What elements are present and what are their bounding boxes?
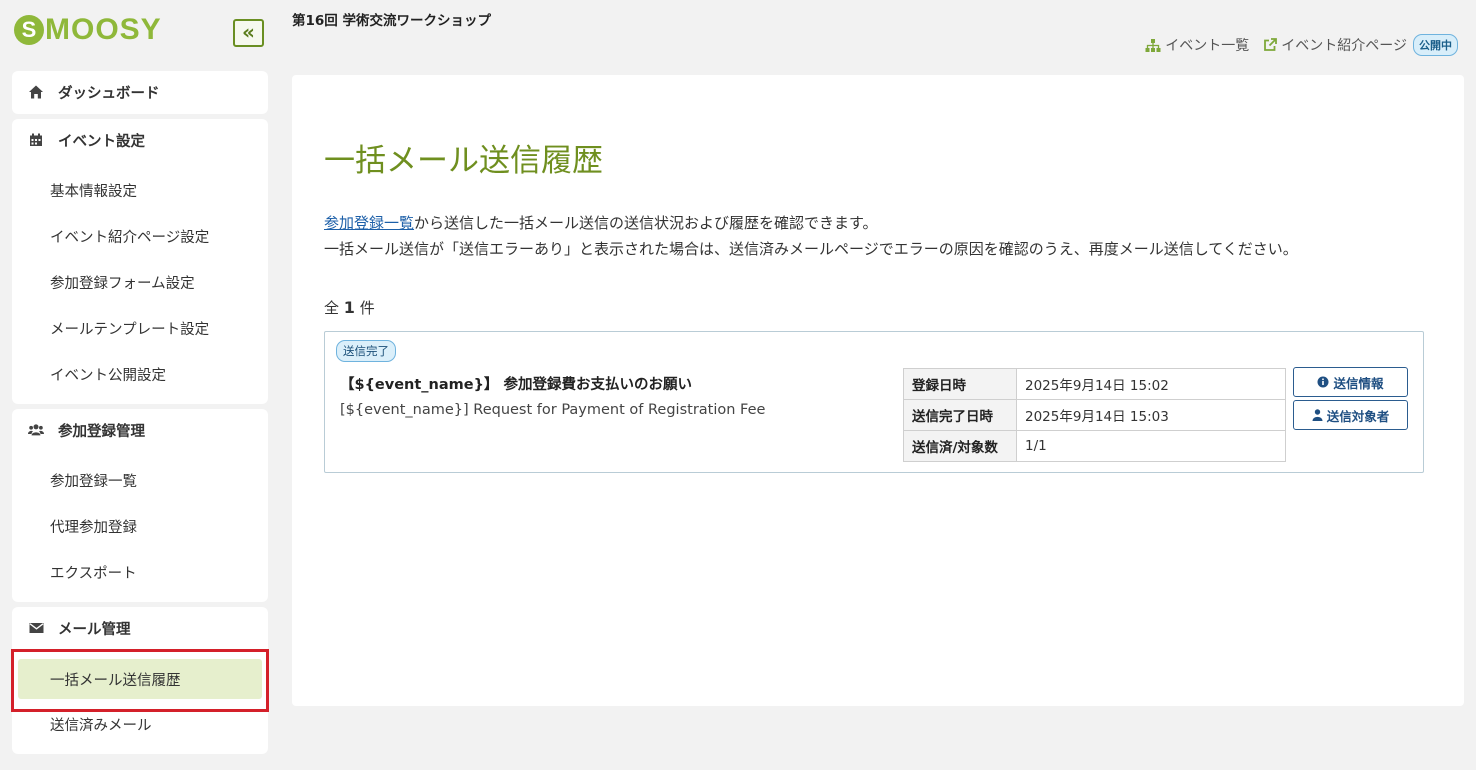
event-list-link-label: イベント一覧 bbox=[1165, 38, 1250, 54]
user-icon bbox=[1312, 409, 1323, 421]
event-list-link[interactable]: イベント一覧 bbox=[1145, 35, 1249, 55]
sidebar-group-registration-management: 参加登録管理 参加登録一覧 代理参加登録 エクスポート bbox=[12, 409, 268, 602]
sidebar-label: ダッシュボード bbox=[58, 85, 160, 102]
smoosy-logo[interactable]: S MOOSY bbox=[14, 12, 162, 48]
collapse-sidebar-button[interactable]: « bbox=[233, 19, 264, 47]
event-intro-page-link[interactable]: イベント紹介ページ bbox=[1263, 35, 1407, 55]
sidebar-item-dashboard[interactable]: ダッシュボード bbox=[12, 71, 268, 113]
info-circle-icon bbox=[1317, 376, 1329, 388]
send-info-button-label: 送信情報 bbox=[1333, 375, 1384, 391]
sidebar-item-proxy-registration[interactable]: 代理参加登録 bbox=[12, 503, 268, 549]
sidebar-group-dashboard: ダッシュボード bbox=[12, 71, 268, 114]
sidebar-item-intro-page-settings[interactable]: イベント紹介ページ設定 bbox=[12, 213, 268, 259]
status-badge: 送信完了 bbox=[336, 340, 396, 362]
page-title: 一括メール送信履歴 bbox=[324, 143, 603, 179]
table-row: 送信完了日時 2025年9月14日 15:03 bbox=[903, 399, 1286, 431]
send-targets-button-label: 送信対象者 bbox=[1326, 408, 1390, 424]
highlight-outline bbox=[11, 649, 269, 712]
mail-subject: 【${event_name}】 参加登録費お支払いのお願い bbox=[340, 377, 692, 393]
mail-history-card: 送信完了 【${event_name}】 参加登録費お支払いのお願い [${ev… bbox=[324, 331, 1424, 473]
sidebar-section-registration-management[interactable]: 参加登録管理 bbox=[12, 409, 268, 451]
description-line-2: 一括メール送信が「送信エラーあり」と表示された場合は、送信済みメールページでエラ… bbox=[324, 240, 1298, 258]
table-row: 登録日時 2025年9月14日 15:02 bbox=[903, 368, 1286, 400]
send-info-button[interactable]: 送信情報 bbox=[1293, 367, 1408, 397]
sidebar-item-registration-list[interactable]: 参加登録一覧 bbox=[12, 457, 268, 503]
info-value: 2025年9月14日 15:02 bbox=[1016, 368, 1286, 400]
page-description: 参加登録一覧から送信した一括メール送信の送信状況および履歴を確認できます。 一括… bbox=[324, 210, 1298, 262]
info-value: 1/1 bbox=[1016, 430, 1286, 462]
send-targets-button[interactable]: 送信対象者 bbox=[1293, 400, 1408, 430]
table-row: 送信済/対象数 1/1 bbox=[903, 430, 1286, 462]
envelope-icon bbox=[28, 620, 44, 636]
info-value: 2025年9月14日 15:03 bbox=[1016, 399, 1286, 431]
sidebar-label: 参加登録管理 bbox=[58, 423, 145, 440]
sidebar-item-export[interactable]: エクスポート bbox=[12, 549, 268, 595]
count-prefix: 全 bbox=[324, 299, 340, 317]
sitemap-icon bbox=[1145, 38, 1161, 52]
home-icon bbox=[28, 84, 44, 100]
event-title: 第16回 学術交流ワークショップ bbox=[292, 13, 491, 29]
logo-mark: S bbox=[14, 15, 44, 45]
external-link-icon bbox=[1263, 38, 1278, 52]
info-key: 登録日時 bbox=[903, 368, 1017, 400]
mail-info-table: 登録日時 2025年9月14日 15:02 送信完了日時 2025年9月14日 … bbox=[903, 368, 1286, 462]
count-value: 1 bbox=[343, 298, 355, 317]
sidebar-item-mail-template-settings[interactable]: メールテンプレート設定 bbox=[12, 305, 268, 351]
publish-status-badge: 公開中 bbox=[1413, 34, 1458, 56]
logo-text: MOOSY bbox=[45, 13, 162, 46]
main-panel: 一括メール送信履歴 参加登録一覧から送信した一括メール送信の送信状況および履歴を… bbox=[292, 75, 1464, 706]
mail-subject-english: [${event_name}] Request for Payment of R… bbox=[340, 402, 766, 418]
registration-list-link[interactable]: 参加登録一覧 bbox=[324, 214, 414, 232]
sidebar-item-registration-form-settings[interactable]: 参加登録フォーム設定 bbox=[12, 259, 268, 305]
info-key: 送信完了日時 bbox=[903, 399, 1017, 431]
calendar-icon bbox=[28, 132, 44, 148]
event-intro-page-link-label: イベント紹介ページ bbox=[1281, 38, 1407, 54]
sidebar-label: メール管理 bbox=[58, 621, 131, 638]
info-key: 送信済/対象数 bbox=[903, 430, 1017, 462]
count-suffix: 件 bbox=[359, 299, 375, 317]
sidebar-label: イベント設定 bbox=[58, 133, 145, 150]
result-count: 全 1 件 bbox=[324, 297, 375, 318]
header-links: イベント一覧 イベント紹介ページ 公開中 bbox=[1131, 34, 1458, 56]
users-icon bbox=[28, 422, 44, 438]
description-text: から送信した一括メール送信の送信状況および履歴を確認できます。 bbox=[414, 214, 878, 232]
sidebar-section-event-settings[interactable]: イベント設定 bbox=[12, 119, 268, 161]
sidebar-group-event-settings: イベント設定 基本情報設定 イベント紹介ページ設定 参加登録フォーム設定 メール… bbox=[12, 119, 268, 404]
sidebar-item-publish-settings[interactable]: イベント公開設定 bbox=[12, 351, 268, 397]
sidebar-item-basic-info[interactable]: 基本情報設定 bbox=[12, 167, 268, 213]
sidebar-section-mail-management[interactable]: メール管理 bbox=[12, 607, 268, 649]
description-line-1: 参加登録一覧から送信した一括メール送信の送信状況および履歴を確認できます。 bbox=[324, 210, 1298, 236]
